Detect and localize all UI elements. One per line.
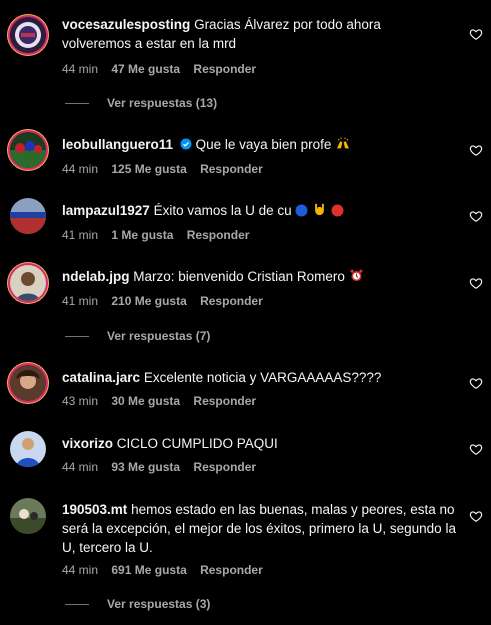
comment-username[interactable]: vocesazulesposting	[62, 17, 190, 32]
red-circle-emoji	[331, 203, 344, 222]
comment-time: 44 min	[62, 62, 99, 76]
avatar[interactable]	[10, 265, 46, 301]
comment-username[interactable]: leobullanguero11	[62, 137, 173, 152]
reply-button[interactable]: Responder	[193, 460, 256, 474]
reply-button[interactable]: Responder	[200, 294, 263, 308]
comment-likes[interactable]: 93 Me gusta	[111, 460, 180, 474]
comment-likes[interactable]: 691 Me gusta	[111, 563, 186, 577]
alarm-clock-emoji	[349, 268, 364, 288]
verified-badge-icon	[180, 138, 192, 150]
horns-emoji	[312, 202, 327, 222]
comment-likes[interactable]: 210 Me gusta	[111, 294, 186, 308]
avatar[interactable]	[10, 498, 46, 534]
comment-likes[interactable]: 30 Me gusta	[111, 394, 180, 408]
heart-icon[interactable]	[469, 27, 483, 41]
avatar[interactable]	[10, 17, 46, 53]
reply-button[interactable]: Responder	[193, 394, 256, 408]
comment-username[interactable]: 190503.mt	[62, 502, 127, 517]
comment-time: 44 min	[62, 563, 99, 577]
heart-icon[interactable]	[469, 209, 483, 223]
view-replies-button[interactable]: Ver respuestas (13)	[65, 96, 217, 110]
heart-icon[interactable]	[469, 509, 483, 523]
heart-icon[interactable]	[469, 143, 483, 157]
comment-username[interactable]: catalina.jarc	[62, 370, 140, 385]
view-replies-button[interactable]: Ver respuestas (3)	[65, 597, 210, 611]
heart-icon[interactable]	[469, 276, 483, 290]
avatar[interactable]	[10, 132, 46, 168]
comment-username[interactable]: vixorizo	[62, 436, 113, 451]
heart-icon[interactable]	[469, 376, 483, 390]
comment-time: 41 min	[62, 228, 99, 242]
comment-time: 44 min	[62, 162, 99, 176]
raised-hands-emoji	[335, 135, 351, 156]
comment-text: CICLO CUMPLIDO PAQUI	[116, 436, 278, 451]
comment-time: 43 min	[62, 394, 99, 408]
avatar[interactable]	[10, 431, 46, 467]
heart-icon[interactable]	[469, 442, 483, 456]
reply-button[interactable]: Responder	[200, 162, 263, 176]
comment-username[interactable]: ndelab.jpg	[62, 269, 130, 284]
avatar[interactable]	[10, 198, 46, 234]
comment-time: 41 min	[62, 294, 99, 308]
avatar[interactable]	[10, 365, 46, 401]
comment-likes[interactable]: 125 Me gusta	[111, 162, 186, 176]
comment-text: Marzo: bienvenido Cristian Romero	[133, 269, 345, 284]
view-replies-button[interactable]: Ver respuestas (7)	[65, 329, 210, 343]
comment-text: Excelente noticia y VARGAAAAAS????	[143, 370, 382, 385]
comment-time: 44 min	[62, 460, 99, 474]
comment-username[interactable]: lampazul1927	[62, 203, 150, 218]
reply-button[interactable]: Responder	[200, 563, 263, 577]
comment-likes[interactable]: 47 Me gusta	[111, 62, 180, 76]
comment-text: Éxito vamos la U de cu	[153, 203, 292, 218]
reply-button[interactable]: Responder	[187, 228, 250, 242]
comment-likes[interactable]: 1 Me gusta	[111, 228, 173, 242]
comment-text: Que le vaya bien profe	[195, 137, 332, 152]
reply-button[interactable]: Responder	[193, 62, 256, 76]
blue-circle-emoji	[295, 203, 308, 222]
